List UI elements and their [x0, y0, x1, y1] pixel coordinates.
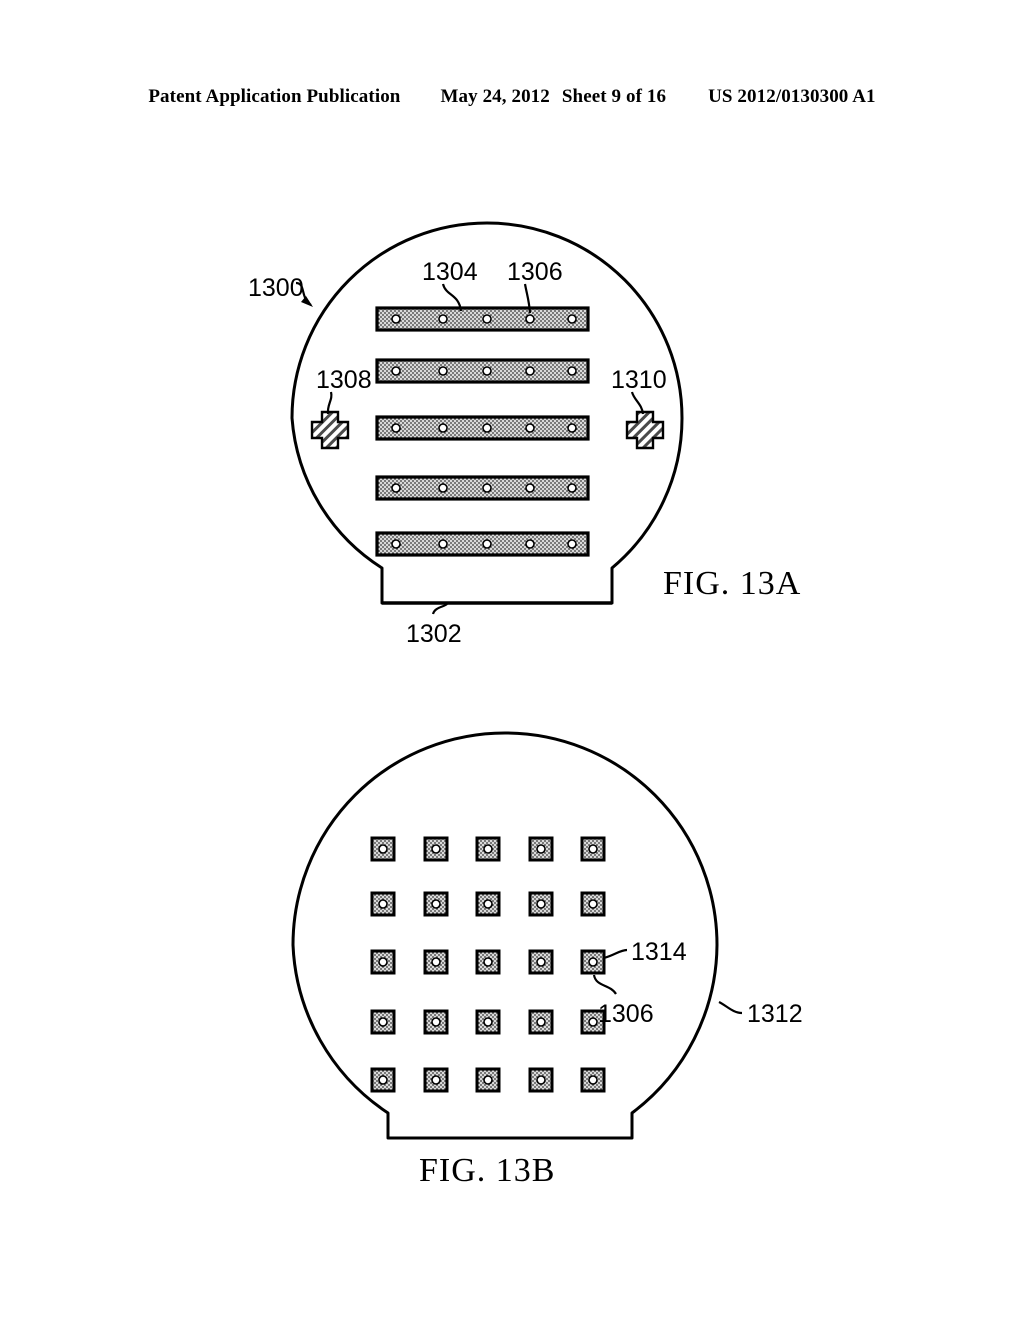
strip-hole	[567, 314, 577, 324]
strip-row	[375, 358, 590, 384]
ref-label-1306-fig13b: 1306	[598, 1000, 654, 1028]
strip-hole	[567, 483, 577, 493]
patent-drawing-sheet: Patent Application Publication May 24, 20…	[0, 0, 1024, 1320]
die-hole	[536, 1017, 546, 1027]
die-hole	[483, 899, 493, 909]
strip-hole	[567, 539, 577, 549]
ref-label-1314: 1314	[631, 938, 687, 966]
strip-hole	[438, 366, 448, 376]
strip-hole	[525, 366, 535, 376]
strip-hole	[482, 423, 492, 433]
die-hole	[588, 1017, 598, 1027]
strip-hole	[525, 314, 535, 324]
die-hole	[536, 957, 546, 967]
die-hole	[536, 1075, 546, 1085]
strip-hole	[438, 539, 448, 549]
figure-13a-drawing	[290, 221, 684, 615]
ref-label-1306-fig13a: 1306	[507, 258, 563, 286]
strip-hole	[438, 483, 448, 493]
die-hole	[536, 844, 546, 854]
strip-hole	[567, 366, 577, 376]
die-hole	[588, 844, 598, 854]
leader-line-1312	[718, 1001, 743, 1015]
die-hole	[431, 899, 441, 909]
strip-row	[375, 415, 590, 441]
ref-label-1310: 1310	[611, 366, 667, 394]
die-hole	[431, 957, 441, 967]
strip-hole	[525, 423, 535, 433]
die-hole	[378, 1075, 388, 1085]
wafer-outline-13b	[291, 731, 719, 1140]
die-hole	[431, 1017, 441, 1027]
leader-line-1302	[431, 603, 448, 615]
die-hole	[588, 899, 598, 909]
ref-label-1302: 1302	[406, 620, 462, 648]
figure-caption-13a: FIG. 13A	[663, 565, 802, 602]
strip-hole	[482, 483, 492, 493]
strip-hole	[482, 366, 492, 376]
strip-hole	[391, 314, 401, 324]
ref-label-1308: 1308	[316, 366, 372, 394]
strip-hole	[438, 423, 448, 433]
strip-hole	[391, 483, 401, 493]
die-hole	[431, 1075, 441, 1085]
ref-label-1312: 1312	[747, 1000, 803, 1028]
die-hole	[431, 844, 441, 854]
die-hole	[588, 1075, 598, 1085]
strip-hole	[525, 483, 535, 493]
die-hole	[483, 844, 493, 854]
figure-caption-13b: FIG. 13B	[419, 1152, 556, 1189]
die-hole	[378, 1017, 388, 1027]
die-hole	[483, 1075, 493, 1085]
strip-hole	[391, 366, 401, 376]
strip-hole	[567, 423, 577, 433]
strip-hole	[438, 314, 448, 324]
ref-label-1304: 1304	[422, 258, 478, 286]
die-hole	[483, 957, 493, 967]
strip-hole	[525, 539, 535, 549]
strip-hole	[391, 423, 401, 433]
strip-hole	[482, 539, 492, 549]
strip-row	[375, 531, 590, 557]
die-hole	[378, 844, 388, 854]
figure-13b-drawing	[291, 731, 743, 1140]
strip-row	[375, 475, 590, 501]
strip-hole	[482, 314, 492, 324]
die-hole	[378, 899, 388, 909]
ref-label-1300: 1300	[248, 274, 304, 302]
strip-hole	[391, 539, 401, 549]
strip-row	[375, 306, 590, 332]
die-hole	[536, 899, 546, 909]
die-hole	[378, 957, 388, 967]
die-hole-labeled	[588, 957, 598, 967]
die-hole	[483, 1017, 493, 1027]
